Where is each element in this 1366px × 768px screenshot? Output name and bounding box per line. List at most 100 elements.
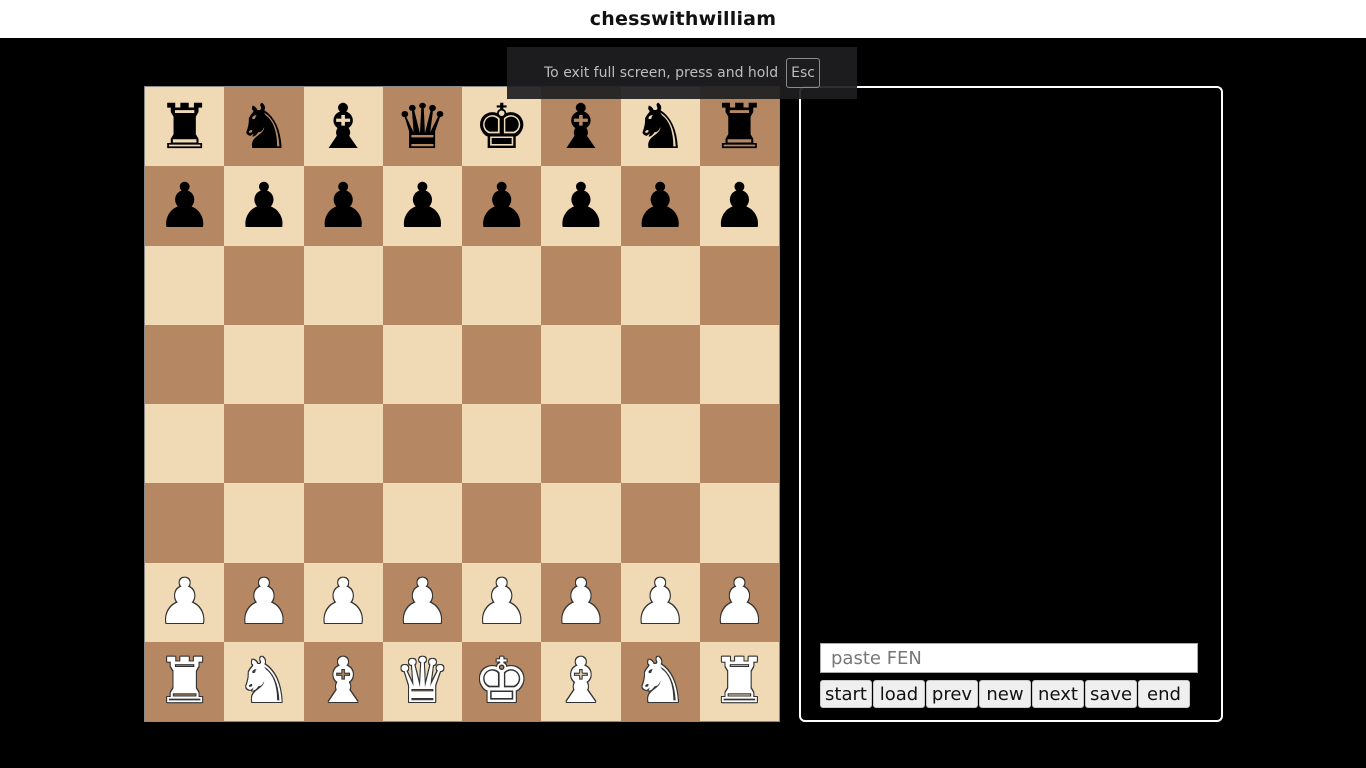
board-square[interactable] (620, 483, 700, 563)
black-pawn-icon[interactable]: ♟ (395, 174, 451, 237)
board-square[interactable] (541, 404, 621, 484)
board-square[interactable]: ♝ (303, 87, 383, 167)
black-king-icon[interactable]: ♚ (474, 95, 530, 158)
prev-button[interactable]: prev (926, 680, 978, 708)
board-square[interactable] (462, 324, 542, 404)
white-knight-icon[interactable]: ♞ (236, 650, 292, 712)
white-pawn-icon[interactable]: ♟ (632, 571, 688, 633)
white-bishop-icon[interactable]: ♝ (553, 650, 609, 712)
board-square[interactable] (145, 245, 225, 325)
board-square[interactable] (382, 324, 462, 404)
board-square[interactable] (145, 324, 225, 404)
board-square[interactable]: ♛ (382, 87, 462, 167)
board-square[interactable]: ♞ (620, 641, 700, 721)
board-square[interactable]: ♜ (699, 641, 779, 721)
board-square[interactable] (699, 245, 779, 325)
board-square[interactable] (382, 404, 462, 484)
board-square[interactable]: ♟ (699, 562, 779, 642)
board-square[interactable] (145, 483, 225, 563)
black-bishop-icon[interactable]: ♝ (315, 95, 371, 158)
black-rook-icon[interactable]: ♜ (712, 95, 768, 158)
board-square[interactable]: ♟ (620, 562, 700, 642)
white-pawn-icon[interactable]: ♟ (553, 571, 609, 633)
fen-input[interactable] (820, 643, 1198, 673)
board-square[interactable]: ♟ (224, 562, 304, 642)
board-square[interactable]: ♟ (462, 166, 542, 246)
board-square[interactable]: ♟ (699, 166, 779, 246)
board-square[interactable] (541, 245, 621, 325)
board-square[interactable] (303, 483, 383, 563)
black-pawn-icon[interactable]: ♟ (315, 174, 371, 237)
board-square[interactable]: ♞ (224, 87, 304, 167)
white-rook-icon[interactable]: ♜ (157, 650, 213, 712)
board-square[interactable]: ♜ (145, 87, 225, 167)
white-rook-icon[interactable]: ♜ (712, 650, 768, 712)
board-square[interactable] (620, 324, 700, 404)
white-pawn-icon[interactable]: ♟ (236, 571, 292, 633)
board-square[interactable] (699, 324, 779, 404)
board-square[interactable] (541, 324, 621, 404)
board-square[interactable]: ♟ (620, 166, 700, 246)
black-pawn-icon[interactable]: ♟ (157, 174, 213, 237)
board-square[interactable] (224, 245, 304, 325)
board-square[interactable]: ♟ (382, 166, 462, 246)
board-square[interactable] (699, 404, 779, 484)
black-pawn-icon[interactable]: ♟ (712, 174, 768, 237)
board-square[interactable]: ♝ (541, 641, 621, 721)
board-square[interactable] (462, 404, 542, 484)
board-square[interactable] (303, 324, 383, 404)
white-queen-icon[interactable]: ♛ (395, 650, 451, 712)
board-square[interactable] (224, 404, 304, 484)
white-pawn-icon[interactable]: ♟ (157, 571, 213, 633)
next-button[interactable]: next (1032, 680, 1084, 708)
board-square[interactable] (224, 324, 304, 404)
board-square[interactable] (462, 245, 542, 325)
board-square[interactable] (462, 483, 542, 563)
black-pawn-icon[interactable]: ♟ (553, 174, 609, 237)
board-square[interactable] (303, 245, 383, 325)
black-pawn-icon[interactable]: ♟ (474, 174, 530, 237)
board-square[interactable] (145, 404, 225, 484)
black-bishop-icon[interactable]: ♝ (553, 95, 609, 158)
board-square[interactable] (382, 483, 462, 563)
board-square[interactable] (224, 483, 304, 563)
board-square[interactable] (303, 404, 383, 484)
black-pawn-icon[interactable]: ♟ (632, 174, 688, 237)
white-pawn-icon[interactable]: ♟ (474, 571, 530, 633)
white-knight-icon[interactable]: ♞ (632, 650, 688, 712)
white-pawn-icon[interactable]: ♟ (315, 571, 371, 633)
board-square[interactable]: ♚ (462, 641, 542, 721)
board-square[interactable]: ♛ (382, 641, 462, 721)
white-pawn-icon[interactable]: ♟ (712, 571, 768, 633)
board-square[interactable] (541, 483, 621, 563)
chess-board[interactable]: ♜ ♞ ♝ ♛ ♚ ♝ ♞ ♜ ♟ ♟ ♟ ♟ ♟ ♟ ♟ ♟ ♟ ♟ ♟ ♟ ♟ ♟ ♟ ♟ ♜ ♞ ♝ ♛ ♚ ♝ ♞ ♜ (144, 86, 780, 722)
board-square[interactable]: ♟ (303, 562, 383, 642)
board-square[interactable]: ♞ (224, 641, 304, 721)
board-square[interactable]: ♟ (382, 562, 462, 642)
board-square[interactable]: ♟ (462, 562, 542, 642)
black-rook-icon[interactable]: ♜ (157, 95, 213, 158)
board-square[interactable] (620, 404, 700, 484)
new-button[interactable]: new (979, 680, 1031, 708)
board-square[interactable]: ♜ (145, 641, 225, 721)
board-square[interactable]: ♟ (541, 562, 621, 642)
black-knight-icon[interactable]: ♞ (236, 95, 292, 158)
white-pawn-icon[interactable]: ♟ (395, 571, 451, 633)
board-square[interactable]: ♟ (145, 166, 225, 246)
board-square[interactable]: ♟ (303, 166, 383, 246)
board-square[interactable] (620, 245, 700, 325)
board-square[interactable]: ♟ (224, 166, 304, 246)
save-button[interactable]: save (1085, 680, 1137, 708)
board-square[interactable]: ♟ (541, 166, 621, 246)
black-knight-icon[interactable]: ♞ (632, 95, 688, 158)
white-bishop-icon[interactable]: ♝ (315, 650, 371, 712)
load-button[interactable]: load (873, 680, 925, 708)
board-square[interactable]: ♝ (303, 641, 383, 721)
start-button[interactable]: start (820, 680, 872, 708)
white-king-icon[interactable]: ♚ (474, 650, 530, 712)
board-square[interactable]: ♟ (145, 562, 225, 642)
black-queen-icon[interactable]: ♛ (395, 95, 451, 158)
end-button[interactable]: end (1138, 680, 1190, 708)
black-pawn-icon[interactable]: ♟ (236, 174, 292, 237)
board-square[interactable] (699, 483, 779, 563)
